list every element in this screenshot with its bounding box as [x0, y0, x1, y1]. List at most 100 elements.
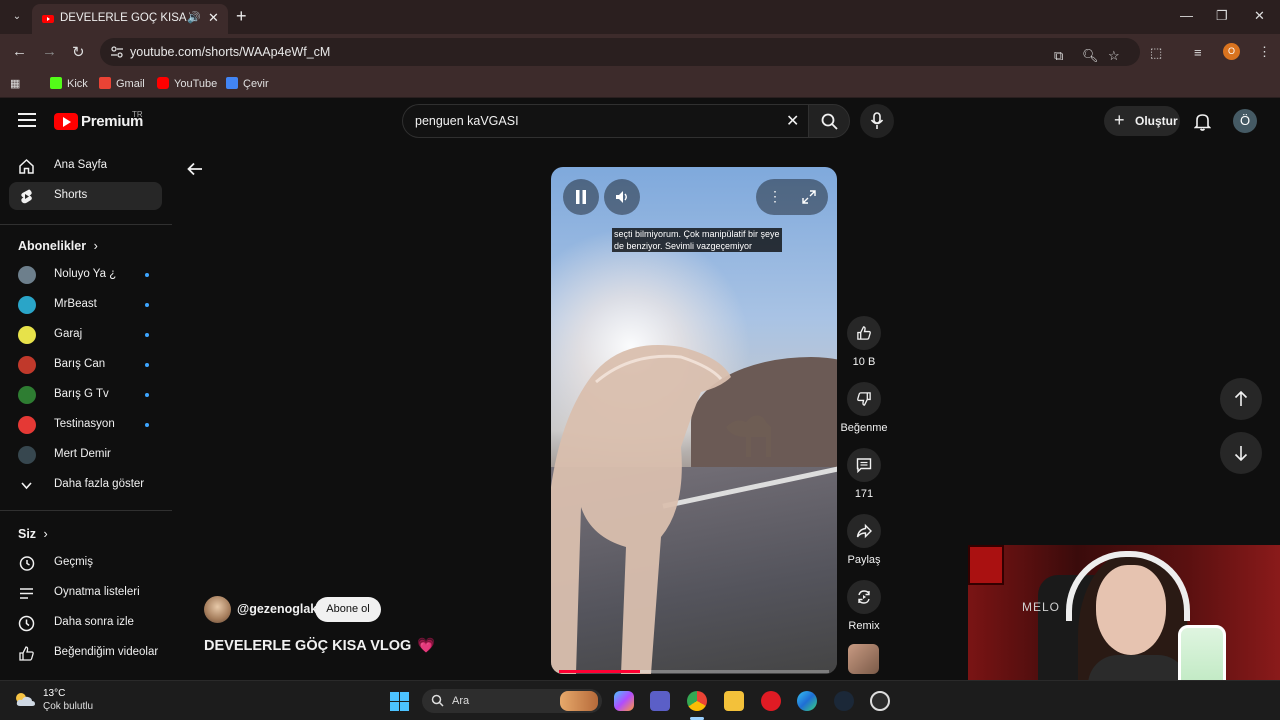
- back-arrow-icon[interactable]: [186, 160, 204, 178]
- profile-avatar[interactable]: O: [1223, 43, 1240, 60]
- comments-button[interactable]: [847, 448, 881, 482]
- bookmark-youtube[interactable]: YouTube: [157, 77, 217, 90]
- bookmarks-bar: ▦ Kick Gmail YouTube Çevir: [0, 70, 1280, 98]
- subscriptions-heading[interactable]: Abonelikler ›: [18, 239, 98, 253]
- show-more-button[interactable]: Daha fazla göster: [9, 471, 162, 499]
- channel-avatar[interactable]: [204, 596, 231, 623]
- install-app-icon[interactable]: ⧉: [1054, 48, 1063, 64]
- subscription-item[interactable]: Mert Demir: [9, 441, 162, 469]
- app-icon[interactable]: [870, 691, 890, 711]
- remix-action[interactable]: Remix: [844, 580, 884, 632]
- browser-tab[interactable]: DEVELERLE GÖÇ KISA VLOG 🔊 ✕: [32, 4, 228, 34]
- sidebar-item-watch-later[interactable]: Daha sonra izle: [9, 609, 162, 637]
- subscription-item[interactable]: Barış G Tv: [9, 381, 162, 409]
- comment-count: 171: [854, 488, 874, 500]
- voice-search-button[interactable]: [860, 104, 894, 138]
- video-progress-bar[interactable]: [559, 670, 829, 673]
- back-icon[interactable]: ←: [12, 43, 27, 60]
- new-content-dot: [145, 303, 149, 307]
- weather-cloud-icon[interactable]: [14, 691, 36, 707]
- webcam-sign-text: MELO: [1022, 600, 1061, 614]
- remix-button[interactable]: [847, 580, 881, 614]
- chrome-icon[interactable]: [687, 691, 707, 711]
- windows-start-icon[interactable]: [390, 692, 409, 711]
- site-info-icon[interactable]: [110, 45, 124, 59]
- extensions-icon[interactable]: ⬚: [1150, 45, 1162, 61]
- opera-icon[interactable]: [761, 691, 781, 711]
- dislike-button[interactable]: [847, 382, 881, 416]
- apps-grid-icon[interactable]: ▦: [10, 77, 20, 90]
- history-icon: [19, 556, 35, 571]
- fullscreen-icon[interactable]: [802, 190, 816, 204]
- media-control-icon[interactable]: ≡: [1194, 45, 1202, 60]
- sidebar-item-label: Daha sonra izle: [54, 616, 134, 628]
- sidebar-item-playlists[interactable]: Oynatma listeleri: [9, 579, 162, 607]
- teams-icon[interactable]: [650, 691, 670, 711]
- remix-icon: [858, 590, 870, 604]
- bookmark-gmail[interactable]: Gmail: [99, 77, 145, 90]
- forward-icon[interactable]: →: [42, 43, 57, 60]
- sound-thumbnail[interactable]: [848, 644, 879, 674]
- volume-button[interactable]: [604, 179, 640, 215]
- search-input[interactable]: penguen kaVGASI ✕: [402, 104, 808, 138]
- subscribe-button[interactable]: Abone ol: [315, 597, 381, 622]
- subscription-item[interactable]: Noluyo Ya ¿: [9, 261, 162, 289]
- minimize-icon[interactable]: —: [1180, 8, 1193, 23]
- address-bar[interactable]: youtube.com/shorts/WAAp4eWf_cM ⧉ 🔍︎ ☆: [100, 38, 1140, 66]
- tab-title: DEVELERLE GÖÇ KISA VLOG: [60, 12, 190, 24]
- taskbar-search[interactable]: Ara: [422, 689, 602, 713]
- browser-menu-icon[interactable]: ⋮: [1258, 44, 1271, 60]
- zoom-icon[interactable]: 🔍︎: [1082, 48, 1099, 64]
- notifications-bell-icon[interactable]: [1194, 112, 1211, 131]
- maximize-icon[interactable]: ❐: [1216, 8, 1228, 24]
- subscription-item[interactable]: Testinasyon: [9, 411, 162, 439]
- steam-icon[interactable]: [834, 691, 854, 711]
- share-action[interactable]: Paylaş: [844, 514, 884, 566]
- sidebar-item-label: Beğendiğim videolar: [54, 646, 159, 658]
- like-action[interactable]: 10 B: [844, 316, 884, 368]
- new-tab-icon[interactable]: +: [236, 6, 247, 27]
- account-avatar[interactable]: Ö: [1233, 109, 1257, 133]
- search-clear-icon[interactable]: ✕: [786, 111, 799, 131]
- next-short-button[interactable]: [1220, 432, 1262, 474]
- like-icon: [19, 646, 34, 661]
- more-options-icon[interactable]: ⋮: [768, 188, 782, 205]
- edge-icon[interactable]: [797, 691, 817, 711]
- subscriptions-heading-label: Abonelikler: [18, 239, 87, 253]
- channel-avatar: [18, 266, 36, 284]
- sidebar-item-history[interactable]: Geçmiş: [9, 549, 162, 577]
- tab-close-icon[interactable]: ✕: [208, 10, 219, 26]
- you-heading[interactable]: Siz ›: [18, 527, 48, 541]
- search-button[interactable]: [808, 104, 850, 138]
- channel-name[interactable]: @gezenoglak: [237, 602, 317, 616]
- share-button[interactable]: [847, 514, 881, 548]
- pause-button[interactable]: [563, 179, 599, 215]
- subscription-item[interactable]: Barış Can: [9, 351, 162, 379]
- subscription-item[interactable]: Garaj: [9, 321, 162, 349]
- file-explorer-icon[interactable]: [724, 691, 744, 711]
- chevron-right-icon: ›: [43, 527, 48, 541]
- create-button[interactable]: + Oluştur: [1104, 106, 1180, 136]
- bookmark-star-icon[interactable]: ☆: [1108, 48, 1120, 64]
- sidebar-item-liked-videos[interactable]: Beğendiğim videolar: [9, 639, 162, 667]
- sidebar-item-shorts[interactable]: Shorts: [9, 182, 162, 210]
- tab-search-chevron-icon[interactable]: ⌄: [8, 8, 26, 26]
- dislike-action[interactable]: Beğenme: [840, 382, 888, 434]
- gmail-icon: [99, 77, 111, 89]
- search-value: penguen kaVGASI: [415, 114, 519, 128]
- copilot-icon[interactable]: [614, 691, 634, 711]
- window-close-icon[interactable]: ✕: [1254, 8, 1265, 24]
- comments-action[interactable]: 171: [844, 448, 884, 500]
- subscription-item[interactable]: MrBeast: [9, 291, 162, 319]
- bookmark-translate[interactable]: Çevir: [226, 77, 269, 90]
- like-button[interactable]: [847, 316, 881, 350]
- tab-audio-icon[interactable]: 🔊: [187, 11, 201, 24]
- video-camel-figure: [551, 345, 731, 674]
- previous-short-button[interactable]: [1220, 378, 1262, 420]
- menu-icon[interactable]: [18, 113, 36, 127]
- reload-icon[interactable]: ↻: [72, 43, 85, 61]
- video-caption: seçti bilmiyorum. Çok manipülatif bir şe…: [612, 228, 782, 252]
- sidebar-item-home[interactable]: Ana Sayfa: [9, 152, 162, 180]
- shorts-video-player[interactable]: ⋮ seçti bilmiyorum. Çok manipülatif bir …: [551, 167, 837, 674]
- bookmark-kick[interactable]: Kick: [50, 77, 88, 90]
